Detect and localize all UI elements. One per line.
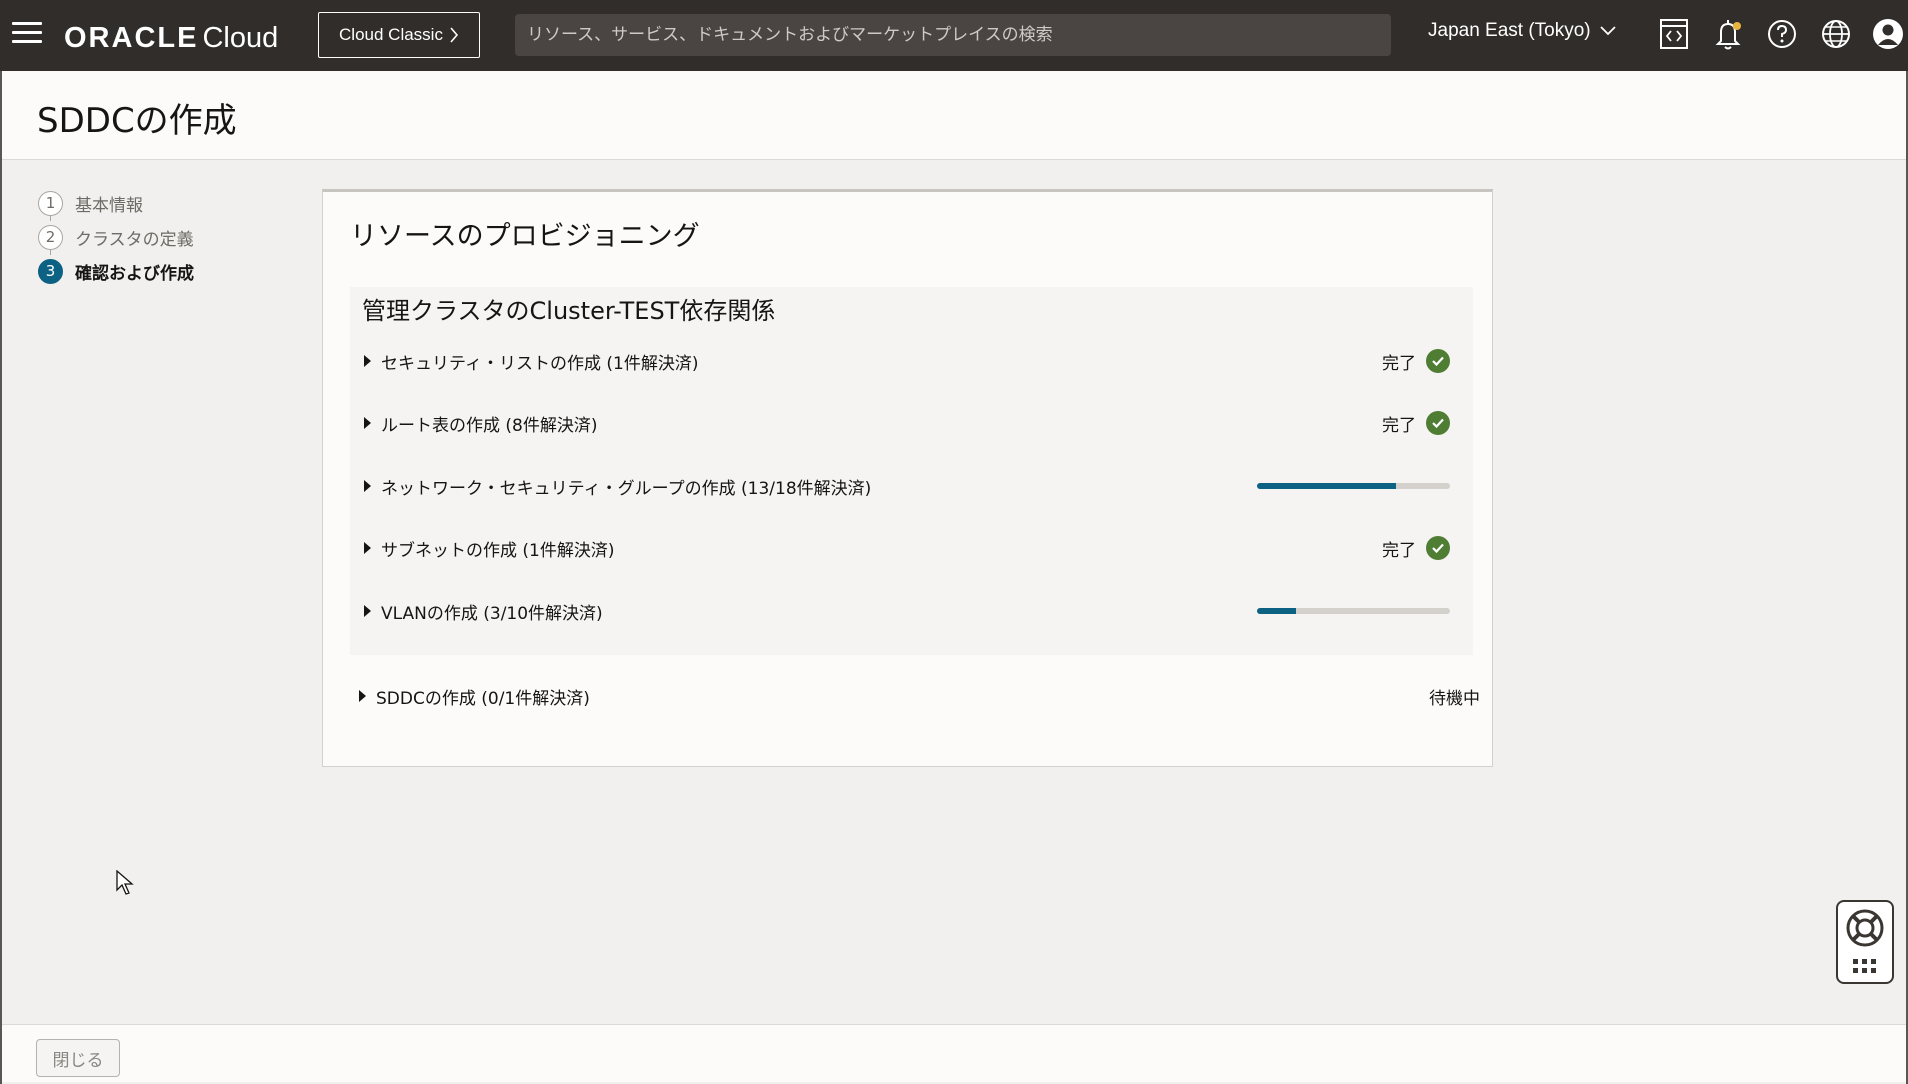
globe-icon[interactable]: [1818, 16, 1854, 52]
row-label: SDDCの作成 (0/1件解決済): [376, 688, 590, 709]
progress-bar: [1257, 608, 1450, 614]
progress-fill: [1257, 608, 1296, 614]
row-sddc[interactable]: SDDCの作成 (0/1件解決済) 待機中: [359, 681, 1480, 711]
oracle-cloud-logo[interactable]: ORACLE Cloud: [64, 20, 278, 55]
caret-right-icon[interactable]: [364, 355, 371, 367]
region-selector[interactable]: Japan East (Tokyo): [1428, 20, 1617, 42]
status-completed: 完了: [1382, 411, 1450, 436]
cloud-classic-label: Cloud Classic: [339, 25, 443, 44]
status-text: 完了: [1382, 540, 1416, 561]
bell-icon[interactable]: [1710, 16, 1746, 52]
status-text: 完了: [1382, 353, 1416, 374]
step-number: 3: [38, 258, 63, 284]
caret-right-icon[interactable]: [364, 542, 371, 554]
help-widget[interactable]: [1836, 900, 1894, 984]
dependency-group: 管理クラスタのCluster-TEST依存関係 セキュリティ・リストの作成 (1…: [350, 287, 1473, 655]
code-editor-icon[interactable]: [1656, 16, 1692, 52]
page-footer: 閉じる: [2, 1024, 1906, 1082]
step-label: クラスタの定義: [75, 229, 194, 250]
window-frame-left: [0, 0, 2, 1084]
row-label: ルート表の作成 (8件解決済): [381, 415, 598, 436]
apps-grid-icon[interactable]: [1838, 954, 1892, 980]
step-label: 確認および作成: [75, 263, 194, 284]
top-navigation-bar: ORACLECloud Cloud Classic Japan East (To…: [0, 0, 1908, 71]
card-title: リソースのプロビジョニング: [350, 221, 700, 252]
mouse-cursor-icon: [116, 870, 134, 895]
status-waiting: 待機中: [1429, 688, 1480, 709]
caret-right-icon[interactable]: [359, 690, 366, 702]
row-subnet[interactable]: サブネットの作成 (1件解決済) 完了: [364, 533, 1464, 563]
step-number: 2: [38, 224, 63, 250]
row-label: VLANの作成 (3/10件解決済): [381, 603, 603, 624]
cloud-classic-button[interactable]: Cloud Classic: [318, 12, 480, 58]
status-text: 完了: [1382, 415, 1416, 436]
step-number: 1: [38, 190, 63, 216]
status-completed: 完了: [1382, 536, 1450, 561]
step-label: 基本情報: [75, 195, 143, 216]
check-circle-icon: [1426, 411, 1450, 435]
brand-cloud-text: Cloud: [202, 22, 279, 54]
group-title: 管理クラスタのCluster-TEST依存関係: [362, 297, 776, 325]
check-circle-icon: [1426, 536, 1450, 560]
progress-fill: [1257, 483, 1396, 489]
close-button[interactable]: 閉じる: [36, 1039, 120, 1077]
lifebuoy-icon[interactable]: [1838, 906, 1892, 950]
menu-icon[interactable]: [12, 22, 42, 46]
provisioning-card: リソースのプロビジョニング 管理クラスタのCluster-TEST依存関係 セキ…: [322, 189, 1493, 767]
profile-icon[interactable]: [1870, 16, 1906, 52]
progress-bar: [1257, 483, 1450, 489]
row-vlan[interactable]: VLANの作成 (3/10件解決済): [364, 596, 1464, 626]
caret-right-icon[interactable]: [364, 480, 371, 492]
page-header: SDDCの作成: [2, 71, 1906, 160]
check-circle-icon: [1426, 349, 1450, 373]
caret-right-icon[interactable]: [364, 417, 371, 429]
status-completed: 完了: [1382, 349, 1450, 374]
row-label: ネットワーク・セキュリティ・グループの作成 (13/18件解決済): [381, 478, 872, 499]
row-route-table[interactable]: ルート表の作成 (8件解決済) 完了: [364, 408, 1464, 438]
brand-oracle-text: ORACLE: [64, 22, 199, 54]
row-label: セキュリティ・リストの作成 (1件解決済): [381, 353, 699, 374]
caret-right-icon[interactable]: [364, 605, 371, 617]
chevron-down-icon: [1600, 26, 1616, 36]
wizard-stepper: 1 基本情報 2 クラスタの定義 3 確認および作成: [38, 186, 194, 288]
step-review-create[interactable]: 3 確認および作成: [38, 254, 194, 288]
step-basic-info[interactable]: 1 基本情報: [38, 186, 194, 220]
row-security-list[interactable]: セキュリティ・リストの作成 (1件解決済) 完了: [364, 346, 1464, 376]
page-title: SDDCの作成: [37, 101, 237, 141]
step-define-cluster[interactable]: 2 クラスタの定義: [38, 220, 194, 254]
row-network-security-group[interactable]: ネットワーク・セキュリティ・グループの作成 (13/18件解決済): [364, 471, 1464, 501]
search-input[interactable]: [515, 14, 1391, 56]
row-label: サブネットの作成 (1件解決済): [381, 540, 615, 561]
chevron-right-icon: [450, 27, 459, 43]
region-label: Japan East (Tokyo): [1428, 20, 1591, 41]
help-icon[interactable]: [1764, 16, 1800, 52]
